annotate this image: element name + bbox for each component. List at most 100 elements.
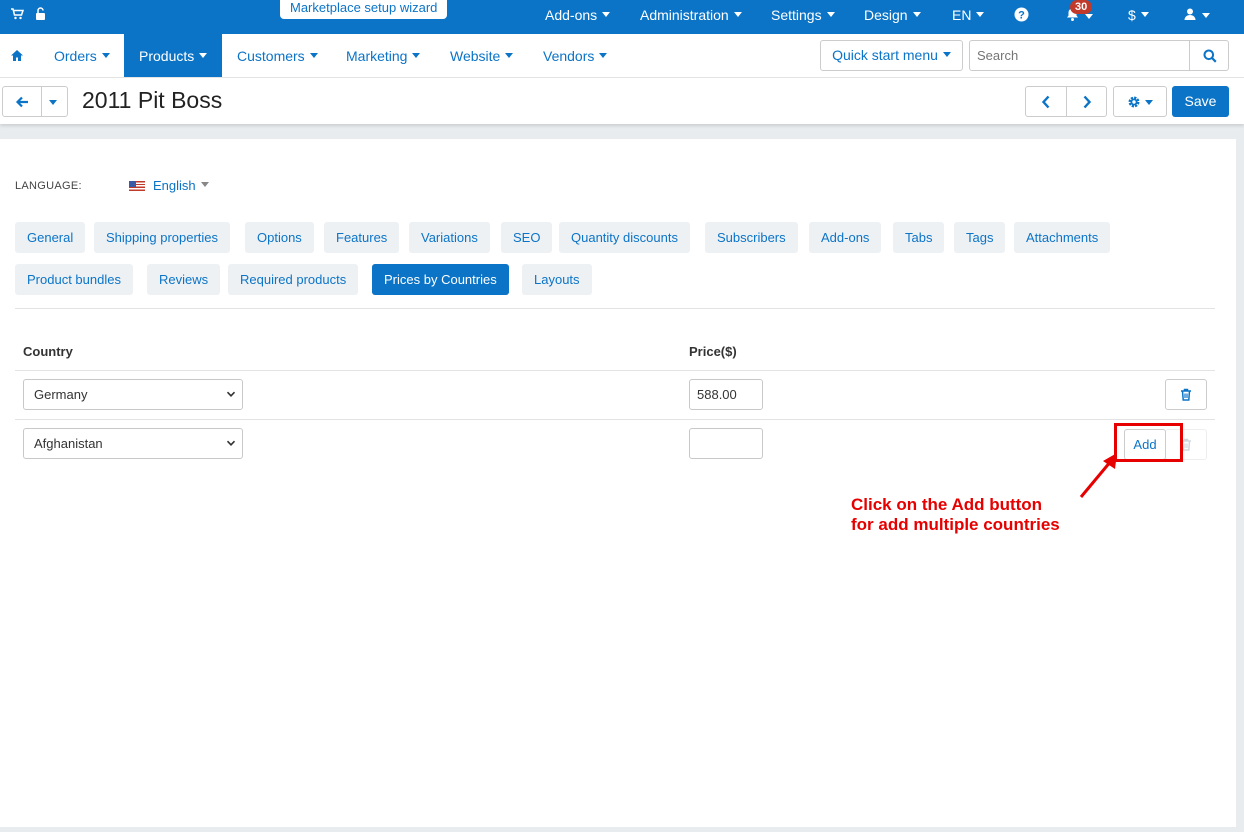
chevron-down-icon (200, 181, 209, 187)
currency-label: $ (1128, 7, 1136, 23)
chevron-down-icon (912, 12, 921, 18)
design-menu-label: Design (864, 7, 908, 23)
chevron-down-icon (309, 53, 318, 59)
tab-quantity-discounts[interactable]: Quantity discounts (559, 222, 690, 253)
gear-icon (1128, 96, 1140, 108)
currency-menu[interactable]: $ (1128, 0, 1149, 30)
country-select-value: Afghanistan (34, 436, 103, 451)
user-menu[interactable] (1183, 7, 1210, 23)
save-button[interactable]: Save (1172, 86, 1229, 117)
language-value: English (153, 178, 196, 193)
chevron-down-icon (1202, 13, 1210, 19)
chevron-down-icon (733, 12, 742, 18)
chevron-down-icon (1145, 100, 1153, 105)
back-button[interactable] (2, 86, 42, 117)
chevron-down-icon (226, 391, 236, 397)
trash-icon (1181, 388, 1191, 401)
tab-features[interactable]: Features (324, 222, 400, 253)
addons-menu[interactable]: Add-ons (545, 0, 611, 30)
nav-customers[interactable]: Customers (237, 34, 318, 77)
nav-website-label: Website (450, 48, 501, 64)
chevron-down-icon (49, 100, 57, 105)
previous-product-button[interactable] (1025, 86, 1067, 117)
annotation-text: Click on the Add button for add multiple… (851, 495, 1060, 535)
chevron-down-icon (976, 12, 985, 18)
chevron-down-icon (412, 53, 421, 59)
administration-menu-label: Administration (640, 7, 729, 23)
administration-menu[interactable]: Administration (640, 0, 742, 30)
marketplace-setup-wizard-button[interactable]: Marketplace setup wizard (280, 0, 448, 19)
page-title: 2011 Pit Boss (82, 87, 223, 113)
chevron-down-icon (1085, 14, 1093, 20)
top-bar-left-icons (10, 7, 48, 21)
column-header-price: Price($) (689, 344, 737, 359)
nav-products[interactable]: Products (124, 34, 222, 77)
user-icon (1184, 8, 1196, 20)
arrow-left-icon (15, 96, 28, 108)
annotation-line-2: for add multiple countries (851, 515, 1060, 534)
chevron-left-icon (1041, 95, 1050, 109)
notifications-badge: 30 (1070, 0, 1093, 14)
tab-general[interactable]: General (15, 222, 86, 253)
tab-attachments[interactable]: Attachments (1014, 222, 1111, 253)
home-button[interactable] (0, 34, 34, 77)
unlock-icon[interactable] (34, 7, 48, 21)
chevron-down-icon (226, 440, 236, 446)
tab-prices-by-countries[interactable]: Prices by Countries (372, 264, 509, 295)
tab-subscribers[interactable]: Subscribers (705, 222, 798, 253)
search-input[interactable] (969, 40, 1190, 71)
search-icon (1203, 49, 1217, 63)
top-bar: Marketplace setup wizard Add-ons Adminis… (0, 0, 1244, 34)
cart-icon[interactable] (10, 7, 25, 21)
chevron-down-icon (199, 53, 208, 59)
tab-layouts[interactable]: Layouts (522, 264, 592, 295)
row-divider (15, 419, 1215, 420)
settings-dropdown-button[interactable] (1113, 86, 1167, 117)
chevron-right-icon (1083, 95, 1092, 109)
language-menu[interactable]: EN (952, 0, 985, 30)
price-input[interactable] (689, 428, 763, 459)
nav-website[interactable]: Website (450, 34, 514, 77)
column-header-country: Country (23, 344, 73, 359)
quick-start-menu-label: Quick start menu (832, 47, 938, 63)
tab-product-bundles[interactable]: Product bundles (15, 264, 133, 295)
tab-seo[interactable]: SEO (501, 222, 553, 253)
chevron-down-icon (599, 53, 608, 59)
content-panel: LANGUAGE: English General Shipping prope… (0, 139, 1236, 827)
nav-orders[interactable]: Orders (54, 34, 110, 77)
help-icon[interactable]: ? (1014, 7, 1029, 23)
annotation-line-1: Click on the Add button (851, 495, 1043, 514)
design-menu[interactable]: Design (864, 0, 921, 30)
chevron-down-icon (942, 52, 951, 58)
next-product-button[interactable] (1066, 86, 1107, 117)
quick-start-menu-button[interactable]: Quick start menu (820, 40, 963, 71)
main-navigation: Orders Products Customers Marketing Webs… (0, 34, 1244, 78)
addons-menu-label: Add-ons (545, 7, 598, 23)
price-input[interactable]: 588.00 (689, 379, 763, 410)
chevron-down-icon (826, 12, 835, 18)
tab-required-products[interactable]: Required products (228, 264, 359, 295)
back-dropdown-button[interactable] (41, 86, 68, 117)
language-label: LANGUAGE: (15, 180, 82, 192)
tab-variations[interactable]: Variations (409, 222, 490, 253)
tab-tabs[interactable]: Tabs (893, 222, 945, 253)
tab-shipping-properties[interactable]: Shipping properties (94, 222, 231, 253)
language-selector[interactable]: English (129, 178, 209, 193)
nav-vendors[interactable]: Vendors (543, 34, 608, 77)
nav-marketing[interactable]: Marketing (346, 34, 421, 77)
tab-options[interactable]: Options (245, 222, 314, 253)
country-select[interactable]: Afghanistan (23, 428, 243, 459)
country-select[interactable]: Germany (23, 379, 243, 410)
chevron-down-icon (101, 53, 110, 59)
settings-menu[interactable]: Settings (771, 0, 835, 30)
chevron-down-icon (505, 53, 514, 59)
tab-reviews[interactable]: Reviews (147, 264, 221, 295)
tab-tags[interactable]: Tags (954, 222, 1006, 253)
delete-row-button[interactable] (1165, 379, 1207, 410)
page-header: 2011 Pit Boss Save (0, 78, 1244, 124)
tab-addons[interactable]: Add-ons (809, 222, 882, 253)
chevron-down-icon (602, 12, 611, 18)
nav-products-label: Products (139, 48, 195, 64)
search-button[interactable] (1189, 40, 1229, 71)
us-flag-icon (129, 180, 145, 191)
